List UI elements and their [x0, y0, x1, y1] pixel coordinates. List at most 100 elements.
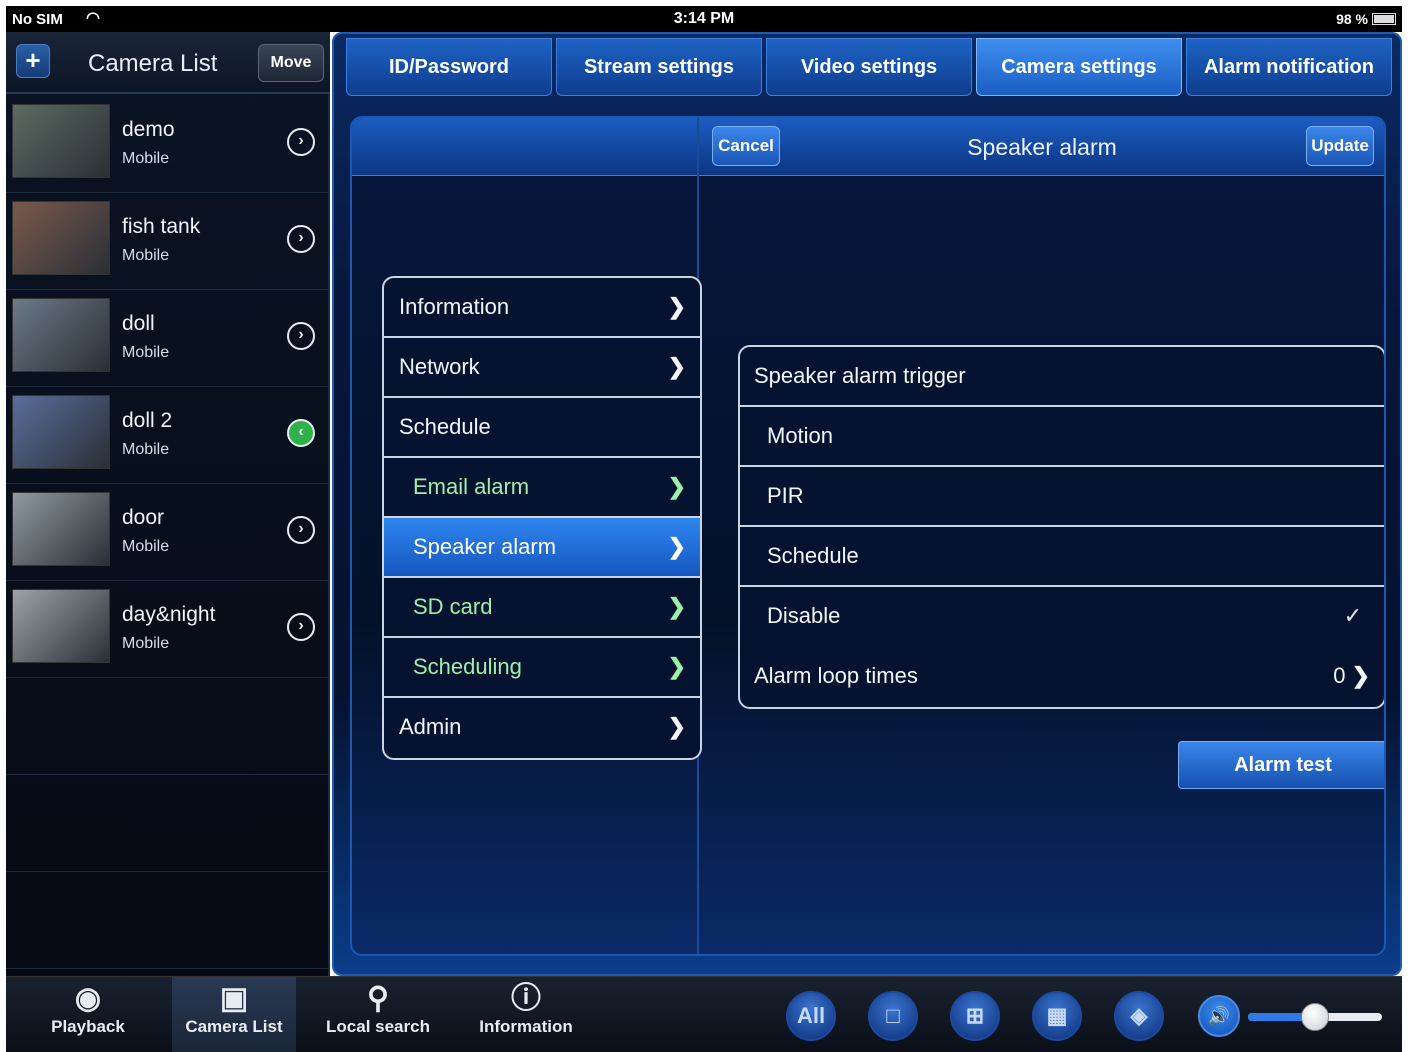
tab-video-settings[interactable]: Video settings	[766, 38, 972, 96]
camera-row[interactable]: demo Mobile ›	[6, 96, 330, 193]
camera-type: Mobile	[122, 150, 170, 167]
empty-camera-slot	[6, 872, 330, 969]
alarm-loop-times-row[interactable]: Alarm loop times 0 ❯	[740, 647, 1384, 707]
chevron-right-icon: ❯	[1351, 663, 1370, 688]
camera-list-header: + Camera List Move	[6, 32, 330, 94]
menu-item-label: Admin	[399, 714, 462, 739]
camera-list: demo Mobile › fish tank Mobile › doll Mobile › do…	[6, 96, 330, 969]
page-title: Speaker alarm	[967, 134, 1117, 160]
toolbar-playback[interactable]: ◉ Playback	[6, 977, 170, 1052]
single-view-icon[interactable]: □	[868, 991, 918, 1041]
toolbar-camera-list[interactable]: ▣ Camera List	[172, 977, 296, 1052]
menu-item-label: Schedule	[399, 414, 491, 439]
add-camera-button[interactable]: +	[16, 44, 50, 78]
camera-settings-container: Cancel Speaker alarm Update Information ❯…	[350, 116, 1386, 956]
camera-thumbnail	[12, 201, 110, 275]
camera-list-title: Camera List	[88, 50, 218, 77]
chevron-right-circle-icon[interactable]: ›	[287, 516, 315, 544]
trigger-option-label: Schedule	[767, 543, 859, 568]
move-button[interactable]: Move	[258, 44, 324, 82]
chevron-right-icon: ❯	[667, 474, 686, 499]
camera-name: day&night	[122, 603, 216, 626]
chevron-right-icon: ❯	[667, 294, 686, 319]
trigger-section-header: Speaker alarm trigger	[740, 347, 1384, 407]
chevron-right-icon: ❯	[667, 714, 686, 739]
status-bar: No SIM ◠ 3:14 PM 98 %	[6, 6, 1402, 32]
trigger-label: Speaker alarm trigger	[754, 363, 966, 388]
menu-item-sd-card[interactable]: SD card ❯	[384, 578, 700, 638]
chevron-right-circle-icon[interactable]: ›	[287, 225, 315, 253]
camera-type: Mobile	[122, 247, 170, 264]
battery-percent: 98 %	[1336, 11, 1368, 27]
camera-type: Mobile	[122, 344, 170, 361]
update-button[interactable]: Update	[1306, 126, 1374, 166]
tab-id-password[interactable]: ID/Password	[346, 38, 552, 96]
toolbar-item-label: Local search	[326, 1017, 430, 1036]
empty-camera-slot	[6, 678, 330, 775]
tab-alarm-notification[interactable]: Alarm notification	[1186, 38, 1392, 96]
camera-thumbnail	[12, 492, 110, 566]
multi-view-icon[interactable]: ▦	[1032, 991, 1082, 1041]
battery-icon	[1372, 13, 1396, 25]
settings-tabs: ID/Password Stream settings Video settings…	[346, 38, 1392, 96]
toolbar-item-label: Information	[479, 1017, 573, 1036]
camera-name: fish tank	[122, 215, 201, 238]
quad-view-icon[interactable]: ⊞	[950, 991, 1000, 1041]
chevron-right-icon: ❯	[667, 654, 686, 679]
menu-item-network[interactable]: Network ❯	[384, 338, 700, 398]
menu-item-email-alarm[interactable]: Email alarm ❯	[384, 458, 700, 518]
tab-stream-settings[interactable]: Stream settings	[556, 38, 762, 96]
camera-thumbnail	[12, 395, 110, 469]
trigger-option-disable[interactable]: Disable ✓	[740, 587, 1384, 647]
camera-row[interactable]: doll Mobile ›	[6, 290, 330, 387]
chevron-right-icon: ❯	[667, 354, 686, 379]
trigger-option-pir[interactable]: PIR	[740, 467, 1384, 527]
menu-item-speaker-alarm[interactable]: Speaker alarm ❯	[384, 518, 700, 578]
clock: 3:14 PM	[673, 10, 735, 27]
trigger-option-motion[interactable]: Motion	[740, 407, 1384, 467]
menu-item-schedule[interactable]: Schedule	[384, 398, 700, 458]
toolbar-local-search[interactable]: ⚲ Local search	[310, 977, 446, 1052]
chevron-right-circle-icon[interactable]: ›	[287, 613, 315, 641]
chevron-left-circle-icon[interactable]: ‹	[287, 419, 315, 447]
view-all-button[interactable]: All	[786, 991, 836, 1041]
camera-name: door	[122, 506, 165, 529]
toolbar-information[interactable]: ⓘ Information	[462, 977, 590, 1052]
camera-type: Mobile	[122, 441, 170, 458]
volume-slider[interactable]	[1248, 1003, 1382, 1031]
bottom-toolbar: ◉ Playback ▣ Camera List ⚲ Local search ⓘ Infor…	[6, 976, 1402, 1052]
menu-item-information[interactable]: Information ❯	[384, 278, 700, 338]
trigger-option-schedule[interactable]: Schedule	[740, 527, 1384, 587]
volume-icon[interactable]: 🔊	[1198, 995, 1240, 1037]
chevron-right-circle-icon[interactable]: ›	[287, 322, 315, 350]
volume-slider-knob[interactable]	[1301, 1003, 1329, 1031]
alarm-test-button[interactable]: Alarm test	[1178, 741, 1384, 789]
detail-header	[352, 118, 1384, 176]
camera-type: Mobile	[122, 538, 170, 555]
camera-row[interactable]: fish tank Mobile ›	[6, 193, 330, 290]
camera-name: demo	[122, 118, 175, 141]
camera-thumbnail	[12, 589, 110, 663]
camera-row[interactable]: doll 2 Mobile ‹	[6, 387, 330, 484]
tab-camera-settings[interactable]: Camera settings	[976, 38, 1182, 96]
camera-name: doll 2	[122, 409, 173, 432]
camera-thumbnail	[12, 104, 110, 178]
menu-item-label: Network	[399, 354, 480, 379]
fullscreen-icon[interactable]: ◈	[1114, 991, 1164, 1041]
chevron-right-icon: ❯	[667, 534, 686, 559]
camera-name: doll	[122, 312, 155, 335]
camera-row[interactable]: door Mobile ›	[6, 484, 330, 581]
search-icon: ⚲	[367, 982, 389, 1015]
menu-item-scheduling[interactable]: Scheduling ❯	[384, 638, 700, 698]
chevron-right-circle-icon[interactable]: ›	[287, 128, 315, 156]
chevron-right-icon: ❯	[667, 594, 686, 619]
trigger-option-label: Motion	[767, 423, 834, 448]
empty-camera-slot	[6, 775, 330, 872]
info-icon: ⓘ	[511, 982, 541, 1015]
camera-row[interactable]: day&night Mobile ›	[6, 581, 330, 678]
cancel-button[interactable]: Cancel	[712, 126, 780, 166]
menu-item-label: Email alarm	[413, 474, 530, 499]
menu-item-admin[interactable]: Admin ❯	[384, 698, 700, 758]
settings-menu: Information ❯ Network ❯ Schedule Email alarm ❯…	[382, 276, 702, 760]
menu-item-label: Scheduling	[413, 654, 522, 679]
